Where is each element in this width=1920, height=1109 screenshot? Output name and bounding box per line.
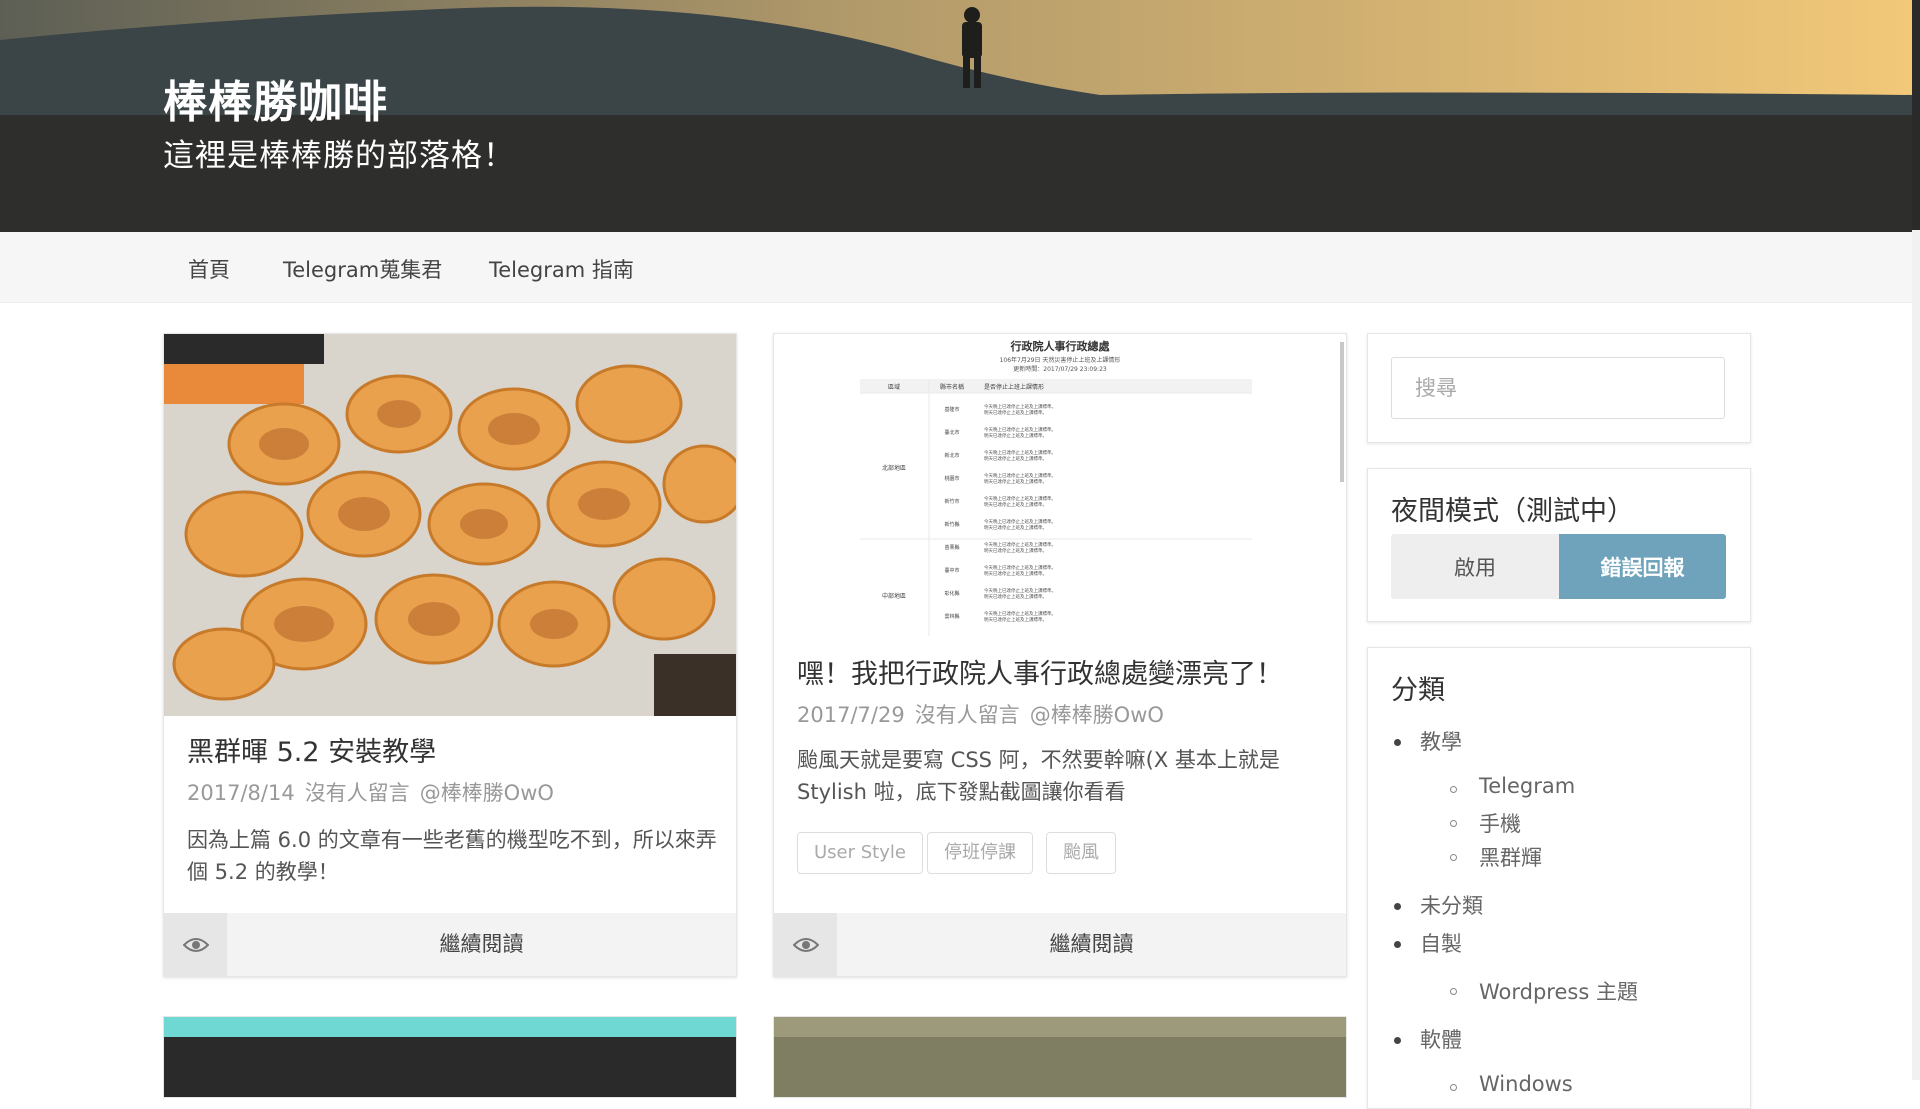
post-date: 2017/8/14 bbox=[187, 781, 295, 805]
category-phone[interactable]: 手機 bbox=[1479, 808, 1521, 838]
search-input[interactable] bbox=[1391, 357, 1725, 419]
svg-text:今天晚上已達停止上班及上課標準。: 今天晚上已達停止上班及上課標準。 bbox=[984, 449, 1056, 456]
svg-text:明天已達停止上班及上課標準。: 明天已達停止上班及上課標準。 bbox=[984, 547, 1047, 554]
svg-text:明天已達停止上班及上課標準。: 明天已達停止上班及上課標準。 bbox=[984, 478, 1047, 485]
thumb-col-city: 縣市名稱 bbox=[940, 383, 964, 391]
svg-text:桃園市: 桃園市 bbox=[944, 475, 959, 482]
read-more-button[interactable]: 繼續閱讀 bbox=[837, 913, 1346, 976]
eye-icon[interactable] bbox=[774, 913, 837, 976]
category-xpenology[interactable]: 黑群輝 bbox=[1479, 842, 1542, 872]
svg-text:彰化縣: 彰化縣 bbox=[944, 590, 959, 597]
thumb-region-central: 中部地區 bbox=[882, 592, 906, 600]
report-error-button[interactable]: 錯誤回報 bbox=[1559, 534, 1726, 599]
post-thumbnail[interactable] bbox=[164, 334, 736, 716]
svg-text:明天已達停止上班及上課標準。: 明天已達停止上班及上課標準。 bbox=[984, 616, 1047, 623]
svg-text:臺中市: 臺中市 bbox=[944, 567, 959, 574]
svg-text:新北市: 新北市 bbox=[944, 452, 959, 459]
svg-text:明天已達停止上班及上課標準。: 明天已達停止上班及上課標準。 bbox=[984, 432, 1047, 439]
category-tutorial[interactable]: 教學 bbox=[1420, 726, 1462, 756]
category-wordpress-theme[interactable]: Wordpress 主題 bbox=[1479, 976, 1638, 1006]
tag-typhoon[interactable]: 颱風 bbox=[1046, 832, 1116, 874]
toast-photo bbox=[164, 334, 736, 716]
svg-text:新竹縣: 新竹縣 bbox=[944, 521, 959, 528]
svg-text:今天晚上已達停止上班及上課標準。: 今天晚上已達停止上班及上課標準。 bbox=[984, 426, 1056, 433]
post-comments[interactable]: 沒有人留言 bbox=[305, 781, 410, 805]
post-title[interactable]: 黑群暉 5.2 安裝教學 bbox=[187, 730, 436, 769]
svg-text:今天晚上已達停止上班及上課標準。: 今天晚上已達停止上班及上課標準。 bbox=[984, 495, 1056, 502]
website-screenshot: 行政院人事行政總處 106年7月29日 天然災害停止上班及上課情形 更新時間：2… bbox=[774, 334, 1346, 636]
main-nav: 首頁 Telegram蒐集君 Telegram 指南 bbox=[0, 232, 1912, 303]
categories-widget: 分類 教學 Telegram 手機 黑群輝 未分類 自製 Wordpress 主… bbox=[1367, 647, 1751, 1109]
post-date: 2017/7/29 bbox=[797, 703, 905, 727]
scrollbar[interactable] bbox=[1912, 0, 1920, 1080]
thumb-subheading: 106年7月29日 天然災害停止上班及上課情形 bbox=[1000, 356, 1121, 364]
categories-title: 分類 bbox=[1391, 675, 1445, 706]
post-author[interactable]: @棒棒勝OwO bbox=[420, 781, 554, 805]
site-title[interactable]: 棒棒勝咖啡 bbox=[163, 66, 388, 130]
post-card-partial[interactable] bbox=[773, 1016, 1347, 1098]
category-uncategorized[interactable]: 未分類 bbox=[1420, 890, 1483, 920]
nav-item-telegram-guide[interactable]: Telegram 指南 bbox=[489, 254, 634, 284]
nav-item-telegram-collector[interactable]: Telegram蒐集君 bbox=[283, 254, 442, 284]
post-thumbnail-partial bbox=[774, 1037, 1346, 1097]
post-card: 黑群暉 5.2 安裝教學 2017/8/14 沒有人留言 @棒棒勝OwO 因為上篇 … bbox=[163, 333, 737, 977]
post-comments[interactable]: 沒有人留言 bbox=[915, 703, 1020, 727]
svg-text:明天已達停止上班及上課標準。: 明天已達停止上班及上課標準。 bbox=[984, 455, 1047, 462]
tag-user-style[interactable]: User Style bbox=[797, 832, 923, 874]
site-description: 這裡是棒棒勝的部落格！ bbox=[163, 138, 515, 174]
read-more-button[interactable]: 繼續閱讀 bbox=[227, 913, 736, 976]
svg-text:明天已達停止上班及上課標準。: 明天已達停止上班及上課標準。 bbox=[984, 409, 1047, 416]
svg-text:明天已達停止上班及上課標準。: 明天已達停止上班及上課標準。 bbox=[984, 593, 1047, 600]
site-header: 棒棒勝咖啡 這裡是棒棒勝的部落格！ bbox=[0, 0, 1912, 232]
svg-text:今天晚上已達停止上班及上課標準。: 今天晚上已達停止上班及上課標準。 bbox=[984, 541, 1056, 548]
svg-text:今天晚上已達停止上班及上課標準。: 今天晚上已達停止上班及上課標準。 bbox=[984, 564, 1056, 571]
svg-text:今天晚上已達停止上班及上課標準。: 今天晚上已達停止上班及上課標準。 bbox=[984, 610, 1056, 617]
enable-night-mode-button[interactable]: 啟用 bbox=[1391, 534, 1559, 599]
post-title[interactable]: 嘿！我把行政院人事行政總處變漂亮了！ bbox=[797, 652, 1283, 691]
svg-text:臺北市: 臺北市 bbox=[944, 429, 959, 436]
night-mode-widget: 夜間模式（測試中） 啟用 錯誤回報 bbox=[1367, 468, 1751, 622]
tag-typhoon-closure[interactable]: 停班停課 bbox=[927, 832, 1033, 874]
read-more-bar[interactable]: 繼續閱讀 bbox=[774, 913, 1346, 976]
svg-text:今天晚上已達停止上班及上課標準。: 今天晚上已達停止上班及上課標準。 bbox=[984, 587, 1056, 594]
nav-item-home[interactable]: 首頁 bbox=[188, 254, 230, 284]
svg-text:基隆市: 基隆市 bbox=[944, 406, 959, 413]
post-thumbnail-partial bbox=[164, 1017, 736, 1037]
post-thumbnail[interactable]: 行政院人事行政總處 106年7月29日 天然災害停止上班及上課情形 更新時間：2… bbox=[774, 334, 1346, 636]
svg-text:今天晚上已達停止上班及上課標準。: 今天晚上已達停止上班及上課標準。 bbox=[984, 403, 1056, 410]
svg-text:今天晚上已達停止上班及上課標準。: 今天晚上已達停止上班及上課標準。 bbox=[984, 472, 1056, 479]
scrollbar-thumb[interactable] bbox=[1912, 0, 1920, 230]
thumb-col-region: 區域 bbox=[888, 383, 900, 391]
svg-text:雲林縣: 雲林縣 bbox=[944, 613, 959, 620]
thumb-region-north: 北部地區 bbox=[882, 464, 906, 472]
search-widget bbox=[1367, 333, 1751, 443]
category-homemade[interactable]: 自製 bbox=[1420, 928, 1462, 958]
post-excerpt: 颱風天就是要寫 CSS 阿，不然要幹嘛(X 基本上就是 Stylish 啦，底下… bbox=[797, 748, 1280, 804]
svg-text:今天晚上已達停止上班及上課標準。: 今天晚上已達停止上班及上課標準。 bbox=[984, 518, 1056, 525]
svg-text:明天已達停止上班及上課標準。: 明天已達停止上班及上課標準。 bbox=[984, 501, 1047, 508]
post-tags: User Style 停班停課 颱風 bbox=[797, 832, 1327, 874]
category-windows[interactable]: Windows bbox=[1479, 1072, 1573, 1096]
svg-text:明天已達停止上班及上課標準。: 明天已達停止上班及上課標準。 bbox=[984, 524, 1047, 531]
thumb-heading: 行政院人事行政總處 bbox=[1010, 339, 1111, 353]
category-telegram[interactable]: Telegram bbox=[1479, 774, 1575, 798]
post-author[interactable]: @棒棒勝OwO bbox=[1030, 703, 1164, 727]
post-meta: 2017/8/14 沒有人留言 @棒棒勝OwO bbox=[187, 777, 564, 807]
svg-text:明天已達停止上班及上課標準。: 明天已達停止上班及上課標準。 bbox=[984, 570, 1047, 577]
thumb-updated: 更新時間：2017/07/29 23:09:23 bbox=[1013, 365, 1107, 373]
svg-text:苗栗縣: 苗栗縣 bbox=[944, 544, 959, 551]
post-card: 行政院人事行政總處 106年7月29日 天然災害停止上班及上課情形 更新時間：2… bbox=[773, 333, 1347, 977]
read-more-bar[interactable]: 繼續閱讀 bbox=[164, 913, 736, 976]
post-card-partial[interactable] bbox=[163, 1016, 737, 1098]
thumb-col-status: 是否停止上班上課情形 bbox=[984, 383, 1044, 391]
category-software[interactable]: 軟體 bbox=[1420, 1024, 1462, 1054]
post-meta: 2017/7/29 沒有人留言 @棒棒勝OwO bbox=[797, 699, 1174, 729]
svg-text:新竹市: 新竹市 bbox=[944, 498, 959, 505]
post-excerpt: 因為上篇 6.0 的文章有一些老舊的機型吃不到，所以來弄個 5.2 的教學！ bbox=[187, 828, 717, 884]
eye-icon[interactable] bbox=[164, 913, 227, 976]
night-mode-title: 夜間模式（測試中） bbox=[1391, 496, 1634, 527]
